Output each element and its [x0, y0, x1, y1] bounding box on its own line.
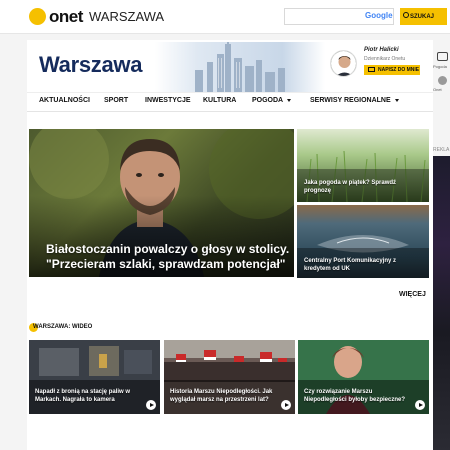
nav-item-label: SERWISY REGIONALNE [310, 97, 391, 104]
onet-logo-icon[interactable] [29, 8, 46, 25]
hero-title[interactable]: Białostoczanin powalczy o głosy w stolic… [46, 242, 291, 272]
video-card-march-dissolution[interactable]: Czy rozwiązanie Marszu Niepodległości by… [298, 340, 429, 414]
nav-item-sport[interactable]: SPORT [104, 97, 128, 104]
envelope-icon [368, 67, 375, 72]
play-icon[interactable] [146, 400, 156, 410]
onet-logo[interactable]: onet [49, 7, 83, 27]
skyline-image [155, 42, 325, 92]
ad-banner[interactable] [433, 156, 450, 450]
play-icon[interactable] [415, 400, 425, 410]
nav-item-label: AKTUALNOŚCI [39, 97, 90, 104]
play-icon[interactable] [281, 400, 291, 410]
google-brand: Google [365, 11, 393, 20]
nav-item-inwestycje[interactable]: INWESTYCJE [145, 97, 191, 104]
video-card-march-history[interactable]: Historia Marszu Niepodległości. Jak wygl… [164, 340, 295, 414]
nav-item-label: SPORT [104, 97, 129, 104]
video-title: Napadł z bronią na stację paliw w Markac… [35, 389, 131, 403]
search-button-label: SZUKAJ [410, 13, 435, 20]
article-card-weather[interactable]: Jaka pogoda w piątek? Sprawdź prognozę [297, 129, 429, 202]
video-title: Historia Marszu Niepodległości. Jak wygl… [170, 389, 273, 403]
chevron-down-icon [287, 98, 292, 102]
user-icon[interactable] [438, 76, 447, 85]
editor-role: Dziennikarz Onetu [364, 56, 406, 62]
write-to-me-label: NAPISZ DO MNIE [378, 67, 420, 73]
article-card-cpk[interactable]: Centralny Port Komunikacyjny z kredytem … [297, 205, 429, 278]
search-button[interactable]: SZUKAJ [400, 8, 447, 25]
search-icon [403, 12, 409, 18]
ad-label: REKLA [433, 147, 450, 153]
nav-item-label: POGODA [252, 97, 284, 104]
nav-item-kultura[interactable]: KULTURA [203, 97, 236, 104]
editor-name: Piotr Halicki [364, 47, 399, 53]
account-label[interactable]: Onet [433, 87, 442, 92]
nav-item-aktualnosci[interactable]: AKTUALNOŚCI [39, 97, 90, 104]
weather-label[interactable]: Pogoda [433, 64, 447, 69]
nav-item-label: KULTURA [203, 97, 237, 104]
top-bar: onet WARSZAWA Google SZUKAJ [0, 0, 450, 34]
video-title: Czy rozwiązanie Marszu Niepodległości by… [304, 389, 406, 403]
editor-avatar[interactable] [330, 50, 357, 77]
section-name[interactable]: WARSZAWA [89, 9, 164, 24]
article-title: Jaka pogoda w piątek? Sprawdź prognozę [304, 180, 397, 194]
video-card-robbery[interactable]: Napadł z bronią na stację paliw w Markac… [29, 340, 160, 414]
weather-icon[interactable] [437, 52, 448, 61]
chevron-down-icon [394, 98, 399, 102]
page-title[interactable]: Warszawa [39, 52, 142, 78]
video-section-title: WARSZAWA: WIDEO [33, 324, 93, 330]
nav-item-pogoda[interactable]: POGODA [252, 97, 292, 104]
nav-item-label: INWESTYCJE [145, 97, 191, 104]
nav-item-serwisy[interactable]: SERWISY REGIONALNE [310, 97, 399, 104]
write-to-me-button[interactable]: NAPISZ DO MNIE [364, 65, 420, 75]
article-title: Centralny Port Komunikacyjny z kredytem … [304, 258, 397, 272]
more-link[interactable]: WIĘCEJ [399, 291, 426, 298]
